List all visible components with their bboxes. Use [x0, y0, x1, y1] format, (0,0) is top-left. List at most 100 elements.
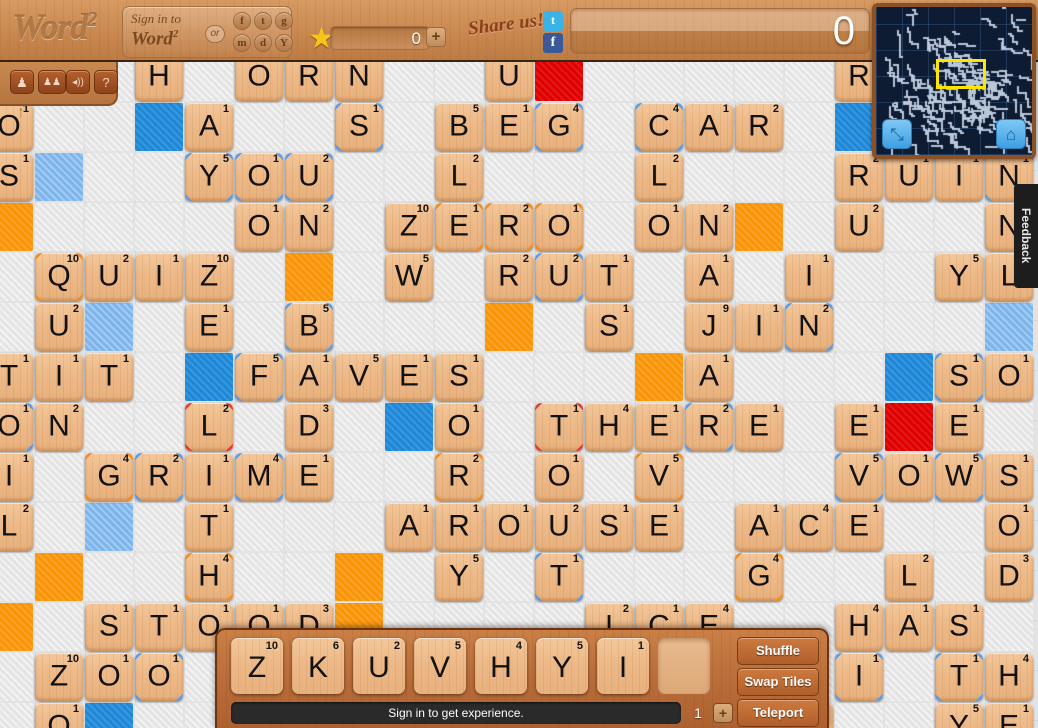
- board-tile[interactable]: U2: [835, 203, 883, 251]
- board-tile[interactable]: R2: [485, 253, 533, 301]
- board-empty-cell[interactable]: [385, 453, 433, 501]
- board-tile[interactable]: L2: [435, 153, 483, 201]
- board-tile[interactable]: I1: [135, 253, 183, 301]
- board-empty-cell[interactable]: [35, 453, 83, 501]
- board-tile[interactable]: O1: [535, 203, 583, 251]
- board-tile[interactable]: G4: [535, 103, 583, 151]
- board-tile[interactable]: N2: [785, 303, 833, 351]
- board-empty-cell[interactable]: [785, 103, 833, 151]
- board-empty-cell[interactable]: [0, 303, 33, 351]
- board-tile[interactable]: W5: [935, 453, 983, 501]
- board-tile[interactable]: E1: [385, 353, 433, 401]
- board-tile[interactable]: E1: [985, 703, 1033, 728]
- board-empty-cell[interactable]: [135, 303, 183, 351]
- board-empty-cell[interactable]: [135, 353, 183, 401]
- board-tile[interactable]: E1: [185, 303, 233, 351]
- board-tile[interactable]: H4: [185, 553, 233, 601]
- board-empty-cell[interactable]: [235, 403, 283, 451]
- help-icon[interactable]: ?: [94, 70, 118, 94]
- board-tile[interactable]: Y5: [935, 703, 983, 728]
- board-empty-cell[interactable]: [885, 303, 933, 351]
- board-tile[interactable]: O1: [485, 503, 533, 551]
- board-tile[interactable]: E1: [485, 103, 533, 151]
- board-tile[interactable]: F5: [235, 353, 283, 401]
- board-tile[interactable]: T1: [135, 603, 183, 651]
- rack-tile[interactable]: Y5: [536, 638, 588, 694]
- board-empty-cell[interactable]: [935, 503, 983, 551]
- board-tile[interactable]: A1: [685, 353, 733, 401]
- board-tile[interactable]: H4: [985, 653, 1033, 701]
- board-bonus-cell-tl[interactable]: [35, 553, 83, 601]
- board-empty-cell[interactable]: [135, 203, 183, 251]
- board-tile[interactable]: Y5: [935, 253, 983, 301]
- board-empty-cell[interactable]: [685, 503, 733, 551]
- board-empty-cell[interactable]: [135, 553, 183, 601]
- board-tile[interactable]: S1: [985, 453, 1033, 501]
- board-empty-cell[interactable]: [85, 553, 133, 601]
- google-signin-icon[interactable]: g: [275, 12, 293, 30]
- openid-signin-icon[interactable]: d: [254, 34, 272, 52]
- board-tile[interactable]: O1: [535, 453, 583, 501]
- board-bonus-cell-tl[interactable]: [0, 203, 33, 251]
- board-bonus-cell-tl[interactable]: [735, 203, 783, 251]
- board-empty-cell[interactable]: [85, 403, 133, 451]
- board-tile[interactable]: V5: [335, 353, 383, 401]
- board-empty-cell[interactable]: [885, 653, 933, 701]
- board-tile[interactable]: S1: [0, 153, 33, 201]
- board-tile[interactable]: U2: [535, 253, 583, 301]
- board-tile[interactable]: O1: [235, 203, 283, 251]
- shuffle-button[interactable]: Shuffle: [737, 637, 819, 665]
- board-tile[interactable]: I1: [0, 453, 33, 501]
- minimap-home-icon[interactable]: ⌂: [996, 119, 1026, 149]
- board-tile[interactable]: R2: [135, 453, 183, 501]
- board-tile[interactable]: R2: [435, 453, 483, 501]
- board-tile[interactable]: V5: [835, 453, 883, 501]
- board-tile[interactable]: L2: [885, 553, 933, 601]
- board-empty-cell[interactable]: [135, 703, 183, 728]
- board-tile[interactable]: S1: [435, 353, 483, 401]
- board-empty-cell[interactable]: [985, 603, 1033, 651]
- board-tile[interactable]: S1: [935, 603, 983, 651]
- board-empty-cell[interactable]: [585, 103, 633, 151]
- board-tile[interactable]: T1: [0, 353, 33, 401]
- board-empty-cell[interactable]: [885, 503, 933, 551]
- sound-icon[interactable]: ◂)): [66, 70, 90, 94]
- board-tile[interactable]: V5: [635, 453, 683, 501]
- board-tile[interactable]: A1: [735, 503, 783, 551]
- board-tile[interactable]: R2: [835, 153, 883, 201]
- facebook-share-icon[interactable]: f: [543, 33, 563, 53]
- board-tile[interactable]: H4: [835, 603, 883, 651]
- board-empty-cell[interactable]: [585, 353, 633, 401]
- experience-add-button[interactable]: +: [426, 27, 446, 47]
- board-empty-cell[interactable]: [985, 403, 1033, 451]
- board-empty-cell[interactable]: [685, 553, 733, 601]
- rack-tile[interactable]: V5: [414, 638, 466, 694]
- board-tile[interactable]: U2: [35, 303, 83, 351]
- board-tile[interactable]: A1: [885, 603, 933, 651]
- board-tile[interactable]: O1: [235, 153, 283, 201]
- board-empty-cell[interactable]: [685, 453, 733, 501]
- board-empty-cell[interactable]: [485, 153, 533, 201]
- board-tile[interactable]: L2: [635, 153, 683, 201]
- board-tile[interactable]: O1: [435, 403, 483, 451]
- board-tile[interactable]: O1: [635, 203, 683, 251]
- rack-tile[interactable]: H4: [475, 638, 527, 694]
- board-bonus-cell-dw[interactable]: [135, 103, 183, 151]
- board-bonus-cell-tw[interactable]: [885, 403, 933, 451]
- board-tile[interactable]: A1: [185, 103, 233, 151]
- board-bonus-cell-tl[interactable]: [485, 303, 533, 351]
- board-tile[interactable]: I1: [835, 653, 883, 701]
- board-tile[interactable]: R2: [485, 203, 533, 251]
- board-tile[interactable]: G4: [735, 553, 783, 601]
- board-tile[interactable]: E1: [935, 403, 983, 451]
- board-tile[interactable]: T1: [535, 553, 583, 601]
- board-empty-cell[interactable]: [335, 203, 383, 251]
- board-empty-cell[interactable]: [285, 553, 333, 601]
- facebook-signin-icon[interactable]: f: [233, 12, 251, 30]
- board-empty-cell[interactable]: [735, 153, 783, 201]
- board-tile[interactable]: U2: [285, 153, 333, 201]
- rack-tile[interactable]: K6: [292, 638, 344, 694]
- board-tile[interactable]: T1: [85, 353, 133, 401]
- board-empty-cell[interactable]: [135, 153, 183, 201]
- board-tile[interactable]: O1: [0, 403, 33, 451]
